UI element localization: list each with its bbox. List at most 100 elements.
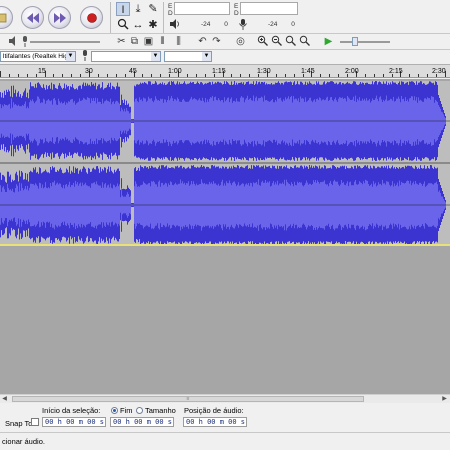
zoom-tool[interactable] bbox=[116, 18, 130, 32]
ruler-label: 45 bbox=[129, 68, 137, 75]
status-bar: cionar áudio. bbox=[0, 432, 450, 450]
copy-icon[interactable]: ⧉ bbox=[128, 35, 141, 48]
ruler-tick bbox=[0, 71, 1, 77]
fit-selection-icon[interactable] bbox=[284, 35, 297, 48]
output-meter-left-label: E bbox=[168, 3, 173, 10]
timeline-ruler[interactable]: 15 30 45 1:00 1:15 1:30 1:45 2:00 2:15 2… bbox=[0, 64, 450, 78]
trim-icon[interactable]: ⫴ bbox=[156, 35, 169, 48]
playback-device-select[interactable]: ltifalantes (Realtek High ▼ bbox=[0, 51, 76, 62]
length-radio-label: Tamanho bbox=[145, 406, 176, 415]
paste-icon[interactable]: ▣ bbox=[142, 35, 155, 48]
ruler-label: 30 bbox=[85, 68, 93, 75]
zoom-in-icon[interactable] bbox=[256, 35, 269, 48]
length-radio[interactable] bbox=[136, 407, 143, 414]
pause-icon bbox=[0, 7, 12, 28]
scrollbar-grip-icon: ≡ bbox=[186, 396, 190, 402]
ruler-tick bbox=[338, 74, 339, 77]
skip-to-start-icon bbox=[22, 7, 43, 28]
sync-lock-icon[interactable]: ◎ bbox=[234, 35, 247, 48]
record-button[interactable] bbox=[80, 6, 103, 29]
ruler-tick bbox=[98, 74, 99, 77]
microphone-icon[interactable] bbox=[236, 19, 249, 32]
chevron-down-icon: ▼ bbox=[66, 52, 75, 61]
selection-tool[interactable]: I bbox=[116, 2, 130, 16]
input-meter-right-label: D bbox=[234, 10, 239, 17]
ruler-tick bbox=[160, 74, 161, 77]
ruler-label: 1:30 bbox=[257, 68, 271, 75]
audio-position-label: Posição de áudio: bbox=[184, 406, 244, 415]
ruler-tick bbox=[62, 74, 63, 77]
speaker-icon[interactable] bbox=[168, 19, 181, 32]
input-volume-slider-track[interactable] bbox=[30, 41, 100, 43]
ruler-label: 2:30 bbox=[432, 68, 446, 75]
play-speed-slider-track[interactable] bbox=[340, 41, 390, 43]
cut-icon[interactable]: ✂ bbox=[115, 35, 128, 48]
ruler-tick bbox=[231, 74, 232, 77]
selection-start-value: 00 h 00 m 00 s bbox=[45, 418, 105, 426]
input-tick-0: 0 bbox=[291, 21, 295, 28]
chevron-down-icon: ▼ bbox=[151, 52, 160, 61]
ruler-tick bbox=[240, 74, 241, 77]
recording-device-select[interactable]: ▼ bbox=[91, 51, 161, 62]
selection-toolbar: Início da seleção: Fim Tamanho Posição d… bbox=[0, 403, 450, 431]
zoom-out-icon[interactable] bbox=[270, 35, 283, 48]
ruler-tick bbox=[107, 74, 108, 77]
ruler-tick bbox=[329, 74, 330, 77]
silence-icon[interactable]: ⫼ bbox=[172, 35, 185, 48]
ruler-label: 1:45 bbox=[301, 68, 315, 75]
envelope-icon: ⤓ bbox=[135, 3, 141, 15]
selection-start-time[interactable]: 00 h 00 m 00 s bbox=[42, 417, 106, 427]
ruler-tick bbox=[409, 74, 410, 77]
record-icon bbox=[81, 7, 102, 28]
recording-channels-select[interactable]: ▼ bbox=[164, 51, 212, 62]
track-bottom-border bbox=[0, 244, 450, 246]
ruler-tick bbox=[9, 74, 10, 77]
input-meter-ticks: -24 0 bbox=[250, 21, 295, 28]
horizontal-scrollbar[interactable]: ◀ ≡ ▶ bbox=[0, 394, 450, 403]
skip-to-start-button[interactable] bbox=[21, 6, 44, 29]
play-speed-slider-thumb[interactable] bbox=[352, 37, 358, 46]
toolbar-row-divider bbox=[0, 49, 450, 50]
selection-end-time[interactable]: 00 h 00 m 00 s bbox=[110, 417, 174, 427]
toolbar-area: I ⤓ ✎ ↔ ✱ E D -24 0 E D -24 0 ✂ ⧉ ▣ ⫴ ⫼ … bbox=[0, 0, 450, 64]
track-area[interactable] bbox=[0, 79, 450, 395]
playback-device-value: ltifalantes (Realtek High bbox=[3, 53, 72, 60]
fit-project-icon[interactable] bbox=[298, 35, 311, 48]
output-meter-ticks: -24 0 bbox=[183, 21, 228, 28]
audio-position-time[interactable]: 00 h 00 m 00 s bbox=[183, 417, 247, 427]
ruler-tick bbox=[125, 74, 126, 77]
output-level-meter[interactable] bbox=[174, 2, 230, 15]
play-at-speed-icon[interactable]: ▶ bbox=[322, 35, 335, 48]
ruler-tick bbox=[27, 74, 28, 77]
envelope-tool[interactable]: ⤓ bbox=[131, 2, 145, 16]
chevron-down-icon: ▼ bbox=[202, 52, 211, 61]
scroll-left-arrow-icon[interactable]: ◀ bbox=[0, 395, 9, 403]
scroll-right-arrow-icon[interactable]: ▶ bbox=[440, 395, 449, 403]
waveform-display[interactable] bbox=[0, 79, 450, 249]
draw-tool[interactable]: ✎ bbox=[146, 2, 160, 16]
toolbar-separator bbox=[163, 2, 164, 34]
snap-to-checkbox[interactable] bbox=[31, 418, 39, 426]
multi-tool[interactable]: ✱ bbox=[146, 18, 160, 32]
ruler-label: 15 bbox=[38, 68, 46, 75]
ruler-tick bbox=[418, 74, 419, 77]
ibeam-icon: I bbox=[121, 4, 125, 16]
redo-icon[interactable]: ↷ bbox=[210, 35, 223, 48]
undo-icon[interactable]: ↶ bbox=[196, 35, 209, 48]
skip-to-end-button[interactable] bbox=[48, 6, 71, 29]
input-tick-minus24: -24 bbox=[268, 21, 278, 28]
ruler-tick bbox=[80, 74, 81, 77]
timeshift-tool[interactable]: ↔ bbox=[131, 18, 145, 32]
ruler-label: 2:15 bbox=[389, 68, 403, 75]
ruler-label: 1:15 bbox=[212, 68, 226, 75]
ruler-tick bbox=[36, 74, 37, 77]
ruler-tick bbox=[249, 74, 250, 77]
toolbar-separator bbox=[110, 2, 111, 34]
ruler-tick bbox=[320, 74, 321, 77]
input-level-meter[interactable] bbox=[240, 2, 298, 15]
ruler-tick bbox=[196, 74, 197, 77]
input-meter-left-label: E bbox=[234, 3, 239, 10]
audio-position-value: 00 h 00 m 00 s bbox=[186, 418, 246, 426]
end-radio[interactable] bbox=[111, 407, 118, 414]
pause-button[interactable] bbox=[0, 6, 13, 29]
